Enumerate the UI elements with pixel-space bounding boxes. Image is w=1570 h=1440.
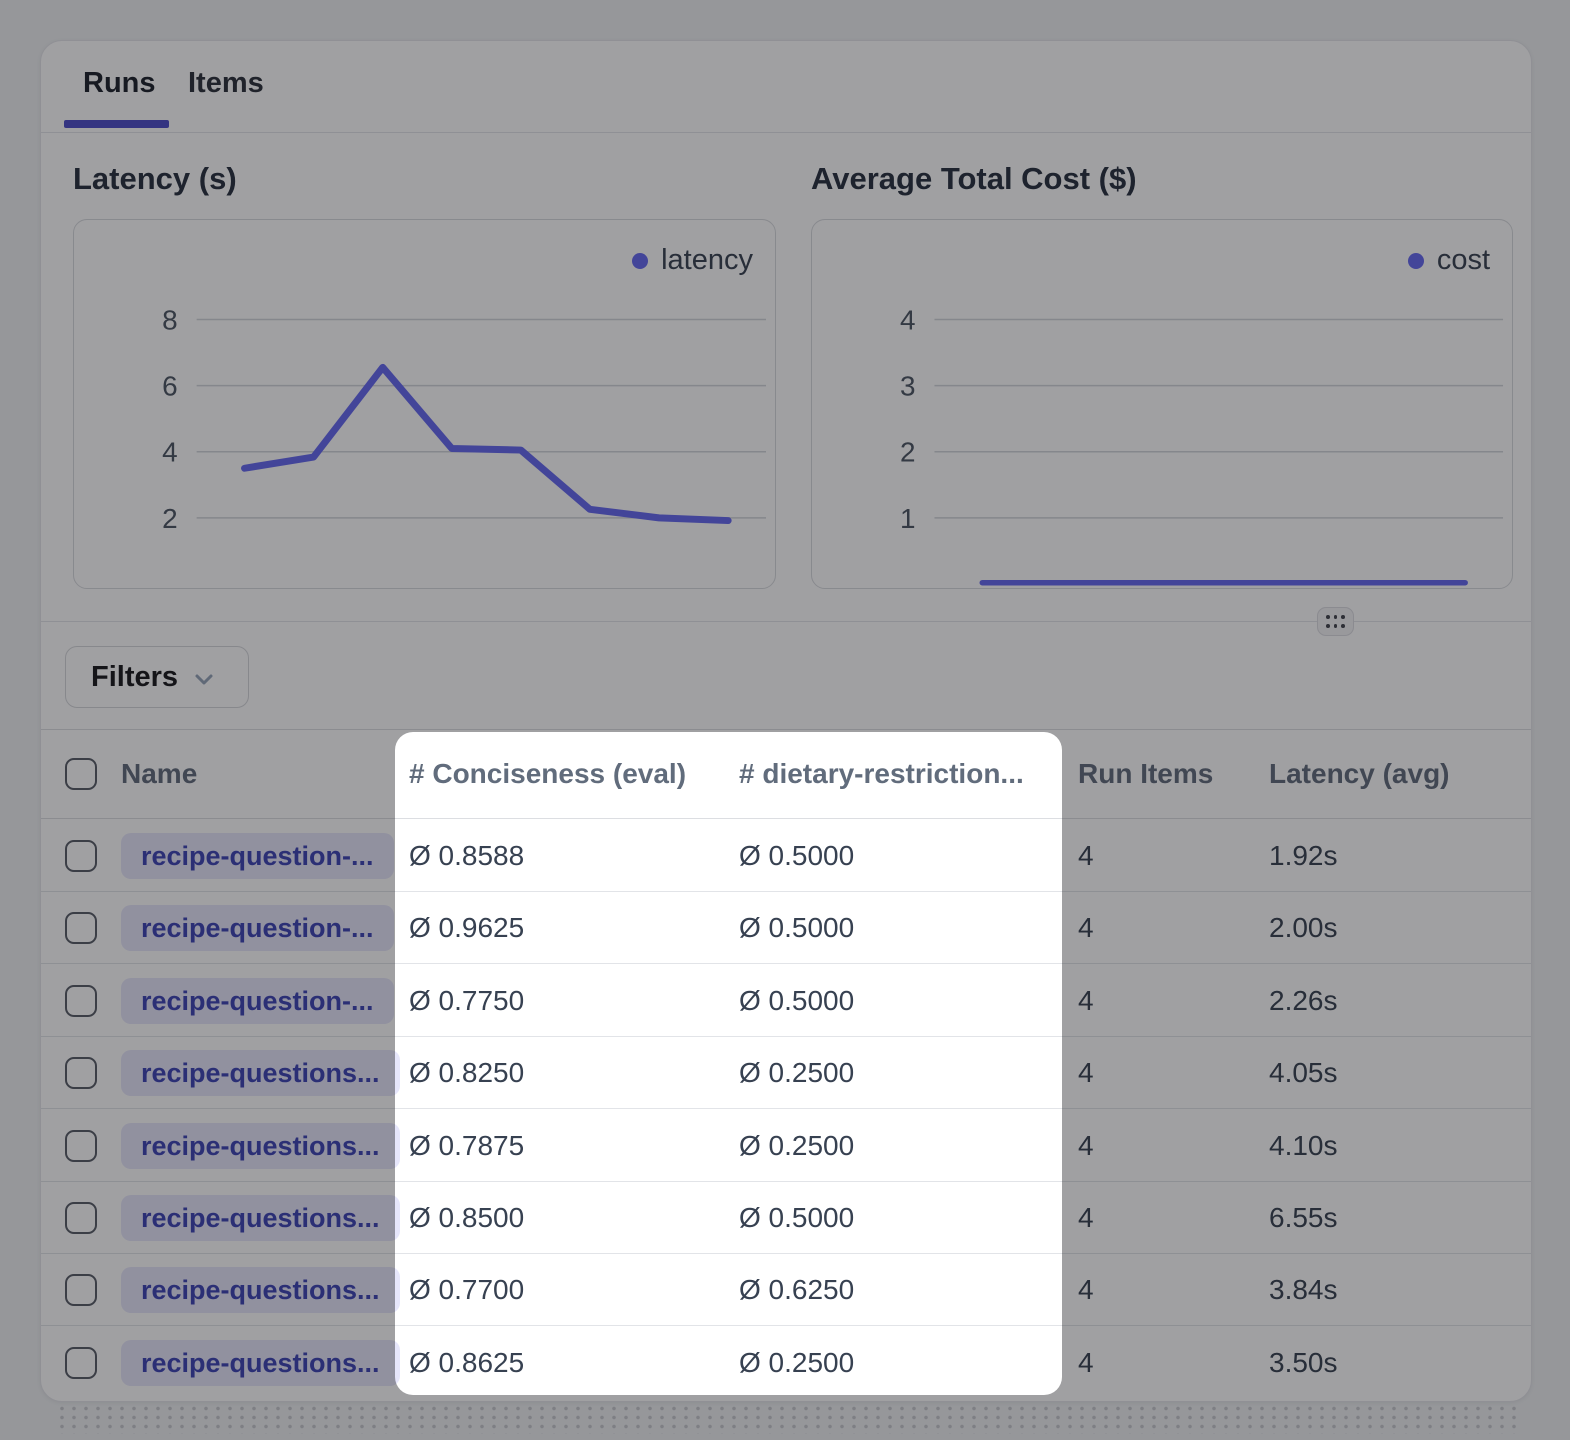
row-checkbox[interactable]: [65, 1057, 97, 1089]
conciseness-value: Ø 0.8250: [409, 1057, 524, 1089]
svg-text:4: 4: [900, 304, 916, 335]
run-items-value: 4: [1078, 1130, 1094, 1162]
table-row: recipe-questions... Ø 0.8500 Ø 0.5000 4 …: [41, 1182, 1531, 1254]
row-checkbox[interactable]: [65, 1274, 97, 1306]
run-name-badge[interactable]: recipe-question-...: [121, 905, 394, 951]
conciseness-value: Ø 0.8500: [409, 1202, 524, 1234]
latency-chart-title: Latency (s): [73, 161, 237, 197]
latency-value: 2.26s: [1269, 985, 1338, 1017]
run-items-value: 4: [1078, 1057, 1094, 1089]
latency-value: 4.10s: [1269, 1130, 1338, 1162]
dietary-value: Ø 0.2500: [739, 1057, 854, 1089]
cost-chart-title: Average Total Cost ($): [811, 161, 1137, 197]
tab-items[interactable]: Items: [188, 67, 264, 100]
dotted-texture: [56, 1404, 1518, 1434]
active-tab-underline: [64, 120, 169, 128]
svg-text:1: 1: [900, 503, 916, 534]
run-name-badge[interactable]: recipe-questions...: [121, 1340, 400, 1386]
column-header-run-items: Run Items: [1078, 758, 1213, 790]
svg-text:6: 6: [162, 371, 178, 402]
column-header-latency: Latency (avg): [1269, 758, 1450, 790]
run-name-badge[interactable]: recipe-questions...: [121, 1195, 400, 1241]
conciseness-value: Ø 0.8588: [409, 840, 524, 872]
column-header-dietary: # dietary-restriction...: [739, 758, 1024, 790]
panel-resize-handle[interactable]: [1317, 607, 1354, 636]
table-row: recipe-question-... Ø 0.8588 Ø 0.5000 4 …: [41, 820, 1531, 892]
conciseness-value: Ø 0.9625: [409, 912, 524, 944]
table-row: recipe-questions... Ø 0.8625 Ø 0.2500 4 …: [41, 1327, 1531, 1399]
latency-chart-panel: 8 6 4 2 latency: [73, 219, 776, 589]
section-divider: [41, 621, 1531, 622]
run-name-badge[interactable]: recipe-questions...: [121, 1267, 400, 1313]
dietary-value: Ø 0.5000: [739, 912, 854, 944]
legend-dot: [1408, 253, 1424, 269]
row-checkbox[interactable]: [65, 985, 97, 1017]
table-row: recipe-question-... Ø 0.7750 Ø 0.5000 4 …: [41, 965, 1531, 1037]
column-header-name: Name: [121, 758, 197, 790]
legend-label: cost: [1437, 244, 1490, 277]
select-all-checkbox[interactable]: [65, 758, 97, 790]
run-items-value: 4: [1078, 1347, 1094, 1379]
cost-chart-panel: 4 3 2 1 cost: [811, 219, 1513, 589]
table-row: recipe-question-... Ø 0.9625 Ø 0.5000 4 …: [41, 892, 1531, 964]
conciseness-value: Ø 0.8625: [409, 1347, 524, 1379]
row-checkbox[interactable]: [65, 1130, 97, 1162]
legend-dot: [632, 253, 648, 269]
conciseness-value: Ø 0.7750: [409, 985, 524, 1017]
run-items-value: 4: [1078, 912, 1094, 944]
row-checkbox[interactable]: [65, 912, 97, 944]
conciseness-value: Ø 0.7700: [409, 1274, 524, 1306]
latency-value: 6.55s: [1269, 1202, 1338, 1234]
dietary-value: Ø 0.2500: [739, 1347, 854, 1379]
tab-runs[interactable]: Runs: [83, 67, 156, 100]
filters-button-label: Filters: [91, 661, 178, 694]
tabs-divider: [41, 132, 1531, 133]
row-checkbox[interactable]: [65, 1347, 97, 1379]
run-items-value: 4: [1078, 1202, 1094, 1234]
run-name-badge[interactable]: recipe-questions...: [121, 1123, 400, 1169]
row-checkbox[interactable]: [65, 840, 97, 872]
latency-legend: latency: [632, 244, 753, 277]
table-row: recipe-questions... Ø 0.7875 Ø 0.2500 4 …: [41, 1110, 1531, 1182]
dietary-value: Ø 0.5000: [739, 985, 854, 1017]
svg-text:2: 2: [900, 437, 916, 468]
run-name-badge[interactable]: recipe-questions...: [121, 1050, 400, 1096]
svg-text:4: 4: [162, 437, 178, 468]
dietary-value: Ø 0.6250: [739, 1274, 854, 1306]
conciseness-value: Ø 0.7875: [409, 1130, 524, 1162]
run-name-badge[interactable]: recipe-question-...: [121, 978, 394, 1024]
legend-label: latency: [661, 244, 753, 277]
column-header-conciseness: # Conciseness (eval): [409, 758, 686, 790]
table-row: recipe-questions... Ø 0.7700 Ø 0.6250 4 …: [41, 1254, 1531, 1326]
run-items-value: 4: [1078, 840, 1094, 872]
row-checkbox[interactable]: [65, 1202, 97, 1234]
run-name-badge[interactable]: recipe-question-...: [121, 833, 394, 879]
svg-text:8: 8: [162, 304, 178, 335]
table-header: Name # Conciseness (eval) # dietary-rest…: [41, 729, 1531, 819]
chevron-down-icon: [192, 667, 216, 691]
svg-text:3: 3: [900, 371, 916, 402]
cost-legend: cost: [1408, 244, 1490, 277]
dietary-value: Ø 0.5000: [739, 840, 854, 872]
dietary-value: Ø 0.2500: [739, 1130, 854, 1162]
latency-value: 4.05s: [1269, 1057, 1338, 1089]
app-card: Runs Items Latency (s) Average Total Cos…: [40, 40, 1532, 1402]
page-background: Runs Items Latency (s) Average Total Cos…: [0, 0, 1570, 1440]
filters-button[interactable]: Filters: [65, 646, 249, 708]
table-row: recipe-questions... Ø 0.8250 Ø 0.2500 4 …: [41, 1037, 1531, 1109]
latency-value: 1.92s: [1269, 840, 1338, 872]
dietary-value: Ø 0.5000: [739, 1202, 854, 1234]
latency-value: 3.50s: [1269, 1347, 1338, 1379]
svg-text:2: 2: [162, 503, 178, 534]
latency-value: 3.84s: [1269, 1274, 1338, 1306]
run-items-value: 4: [1078, 985, 1094, 1017]
latency-value: 2.00s: [1269, 912, 1338, 944]
run-items-value: 4: [1078, 1274, 1094, 1306]
